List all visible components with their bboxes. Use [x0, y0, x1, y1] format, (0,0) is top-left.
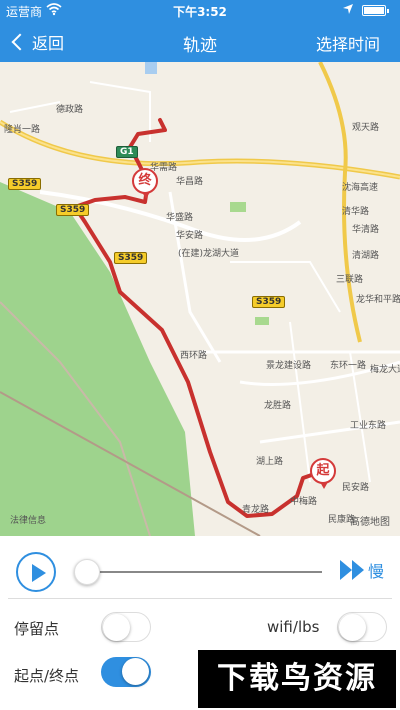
map-label: 观天路 [352, 123, 380, 133]
map-label: 华安路 [176, 231, 204, 241]
playback-slider[interactable] [74, 559, 322, 585]
toggle-knob [103, 614, 130, 641]
map-label: 华清路 [352, 225, 380, 235]
map-label: 湖上路 [256, 457, 284, 467]
map-label: 龙华和平路 [356, 295, 400, 305]
map-label: 西环路 [180, 351, 208, 361]
fast-forward-icon [340, 559, 366, 581]
play-button[interactable] [16, 552, 56, 592]
toggle-knob [122, 658, 149, 685]
map-label: 工业东路 [350, 421, 387, 431]
map-label: 青龙路 [242, 505, 270, 515]
highway-shield: G1 [116, 146, 138, 158]
speed-label: 慢 [368, 562, 385, 581]
nav-bar: 返回 轨迹 选择时间 [0, 22, 400, 62]
map-label: 龙胜路 [264, 401, 292, 411]
map-label: 梅龙大道 [370, 365, 400, 375]
status-bar: 运营商 下午3:52 [0, 0, 400, 22]
stop-point-toggle[interactable] [101, 612, 151, 642]
highway-shield: S359 [114, 252, 148, 264]
map-label: 沈海高速 [342, 183, 379, 193]
wifi-lbs-label: wifi/lbs [267, 618, 320, 636]
end-point-marker[interactable]: 终 [132, 168, 158, 199]
map-label: 德政路 [56, 105, 84, 115]
wifi-lbs-toggle[interactable] [337, 612, 387, 642]
map-view[interactable]: 德政路 隆肖一路 华需路 华昌路 华盛路 华安路 (在建)龙湖大道 西环路 龙胜… [0, 62, 400, 536]
highway-shield: S359 [56, 204, 90, 216]
map-label: (在建)龙湖大道 [178, 249, 240, 259]
map-label: 三联路 [336, 275, 364, 285]
highway-shield: S359 [8, 178, 42, 190]
start-point-marker[interactable]: 起 [310, 458, 336, 489]
map-label: 中梅路 [290, 497, 318, 507]
highway-shield: S359 [252, 296, 286, 308]
map-label: 华昌路 [176, 177, 204, 187]
stop-point-label: 停留点 [14, 620, 60, 638]
speed-button[interactable]: 慢 [340, 558, 384, 582]
divider [8, 598, 392, 599]
map-label: 隆肖一路 [4, 125, 41, 135]
map-label: 清华路 [342, 207, 370, 217]
map-label: 民安路 [342, 483, 370, 493]
select-time-button[interactable]: 选择时间 [316, 31, 380, 55]
battery-icon [362, 5, 389, 16]
location-arrow-icon [342, 3, 354, 18]
map-label: 东环一路 [330, 361, 367, 371]
toggle-knob [339, 614, 366, 641]
start-end-label: 起点/终点 [14, 667, 80, 685]
slider-thumb[interactable] [74, 559, 100, 585]
start-end-toggle[interactable] [101, 657, 151, 687]
play-icon [32, 564, 46, 582]
clock: 下午3:52 [173, 5, 227, 19]
map-label: 华盛路 [166, 213, 194, 223]
map-canvas [0, 62, 400, 536]
battery-fill [364, 7, 384, 14]
legal-info-link[interactable]: 法律信息 [10, 513, 46, 526]
map-label: 景龙建设路 [266, 361, 312, 371]
map-provider-logo: 高德地图 [350, 517, 390, 528]
map-label: 清湖路 [352, 251, 380, 261]
watermark: 下载鸟资源 [198, 650, 396, 708]
